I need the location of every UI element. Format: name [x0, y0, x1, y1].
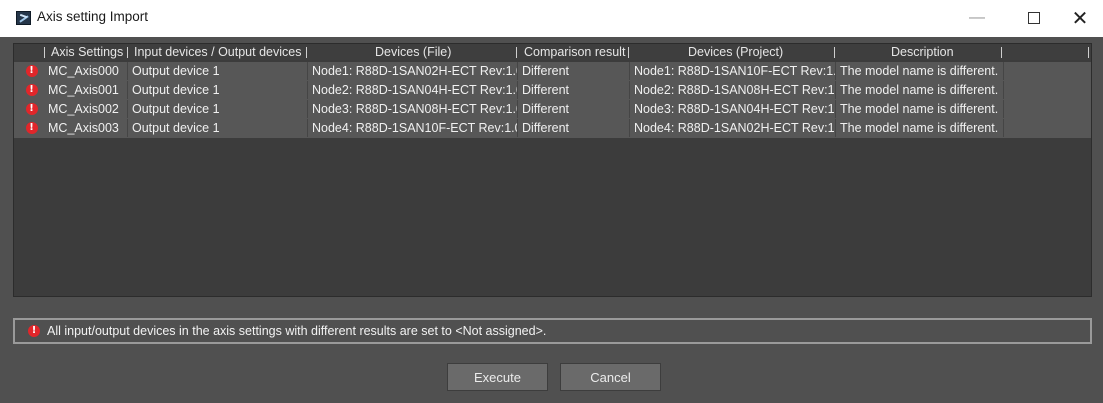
io-device-cell: Output device 1 [128, 100, 308, 118]
status-cell: ! [20, 120, 43, 136]
comparison-cell: Different [518, 81, 630, 99]
column-separator [127, 47, 128, 58]
error-icon: ! [25, 65, 38, 77]
window-title: Axis setting Import [37, 9, 149, 24]
device-file-cell: Node1: R88D-1SAN02H-ECT Rev:1.0 [308, 62, 518, 80]
column-separator [306, 47, 307, 58]
maximize-button[interactable] [1011, 0, 1057, 36]
status-cell: ! [20, 63, 43, 79]
column-separator [628, 47, 629, 58]
comparison-cell: Different [518, 119, 630, 137]
io-device-cell: Output device 1 [128, 81, 308, 99]
device-project-cell: Node4: R88D-1SAN02H-ECT Rev:1.0 [630, 119, 836, 137]
io-device-cell: Output device 1 [128, 119, 308, 137]
axis-cell: MC_Axis000 [44, 62, 128, 80]
title-bar: Axis setting Import — ✕ [0, 0, 1103, 37]
execute-button[interactable]: Execute [447, 363, 548, 391]
status-cell: ! [20, 101, 43, 117]
error-icon: ! [28, 325, 40, 337]
device-file-cell: Node3: R88D-1SAN08H-ECT Rev:1.0 [308, 100, 518, 118]
minimize-button[interactable]: — [954, 0, 1000, 36]
device-project-cell: Node3: R88D-1SAN04H-ECT Rev:1.0 [630, 100, 836, 118]
column-separator [1001, 47, 1002, 58]
app-icon [16, 11, 31, 25]
info-message: All input/output devices in the axis set… [47, 324, 547, 338]
column-header-devices-file[interactable]: Devices (File) [375, 44, 451, 60]
comparison-cell: Different [518, 100, 630, 118]
device-project-cell: Node2: R88D-1SAN08H-ECT Rev:1.0 [630, 81, 836, 99]
cancel-button[interactable]: Cancel [560, 363, 661, 391]
error-icon: ! [25, 122, 38, 134]
column-separator [834, 47, 835, 58]
close-button[interactable]: ✕ [1057, 0, 1103, 36]
device-file-cell: Node4: R88D-1SAN10F-ECT Rev:1.0 [308, 119, 518, 137]
io-device-cell: Output device 1 [128, 62, 308, 80]
table-row[interactable]: ! MC_Axis001 Output device 1 Node2: R88D… [14, 81, 1091, 100]
table-row[interactable]: ! MC_Axis000 Output device 1 Node1: R88D… [14, 62, 1091, 81]
device-project-cell: Node1: R88D-1SAN10F-ECT Rev:1.0 [630, 62, 836, 80]
device-file-cell: Node2: R88D-1SAN04H-ECT Rev:1.0 [308, 81, 518, 99]
error-icon: ! [25, 103, 38, 115]
column-header-axis-settings[interactable]: Axis Settings [51, 44, 123, 60]
dialog-body: Axis Settings Input devices / Output dev… [0, 37, 1103, 403]
axis-cell: MC_Axis002 [44, 100, 128, 118]
column-separator [44, 47, 45, 58]
maximize-icon [1028, 12, 1040, 24]
column-header-comparison-result[interactable]: Comparison result [524, 44, 625, 60]
axis-cell: MC_Axis003 [44, 119, 128, 137]
comparison-cell: Different [518, 62, 630, 80]
column-separator [516, 47, 517, 58]
table-header: Axis Settings Input devices / Output dev… [14, 44, 1091, 60]
info-message-panel: ! All input/output devices in the axis s… [13, 318, 1092, 344]
column-header-io-devices[interactable]: Input devices / Output devices [134, 44, 301, 60]
description-cell: The model name is different. [836, 100, 1004, 118]
table-row[interactable]: ! MC_Axis003 Output device 1 Node4: R88D… [14, 119, 1091, 138]
table-row[interactable]: ! MC_Axis002 Output device 1 Node3: R88D… [14, 100, 1091, 119]
error-icon: ! [25, 84, 38, 96]
column-header-description[interactable]: Description [891, 44, 954, 60]
status-cell: ! [20, 82, 43, 98]
description-cell: The model name is different. [836, 62, 1004, 80]
column-separator [1088, 47, 1089, 58]
description-cell: The model name is different. [836, 81, 1004, 99]
column-header-devices-project[interactable]: Devices (Project) [688, 44, 783, 60]
axis-cell: MC_Axis001 [44, 81, 128, 99]
description-cell: The model name is different. [836, 119, 1004, 137]
comparison-table: Axis Settings Input devices / Output dev… [13, 43, 1092, 297]
